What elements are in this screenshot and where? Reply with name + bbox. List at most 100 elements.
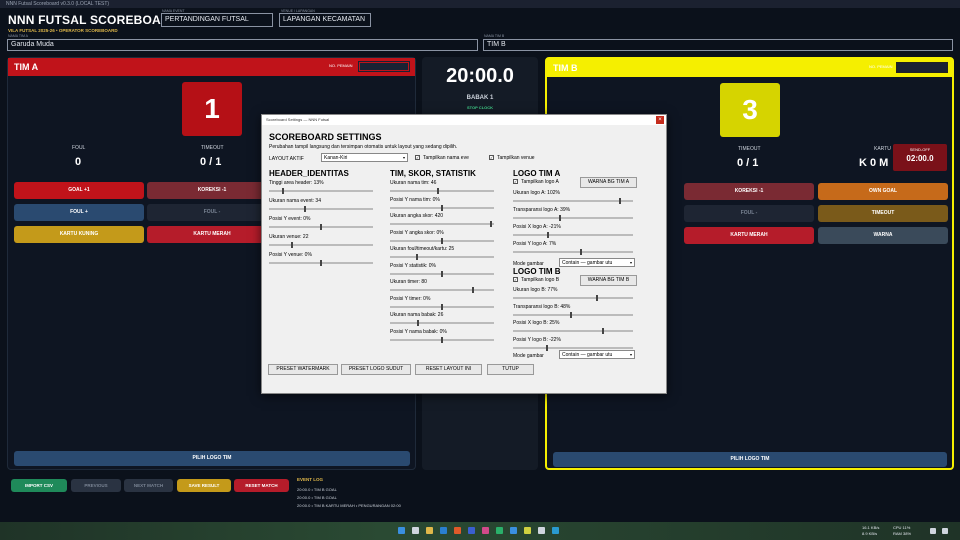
app-icon[interactable]	[468, 527, 475, 534]
setting-slider[interactable]	[390, 221, 494, 227]
event-field[interactable]: PERTANDINGAN FUTSAL	[161, 13, 273, 27]
team-b-koreksi-button[interactable]: KOREKSI -1	[684, 183, 814, 200]
setting-slider[interactable]	[390, 188, 494, 194]
slider-thumb[interactable]	[472, 287, 474, 293]
slider-thumb[interactable]	[602, 328, 604, 334]
slider-thumb[interactable]	[490, 221, 492, 227]
setting-slider[interactable]	[513, 215, 633, 221]
tray-volume-icon[interactable]	[942, 528, 948, 534]
slider-thumb[interactable]	[320, 260, 322, 266]
setting-slider[interactable]	[390, 237, 494, 244]
slider-thumb[interactable]	[559, 215, 561, 221]
app-icon[interactable]	[454, 527, 461, 534]
slider-thumb[interactable]	[580, 249, 582, 255]
slider-thumb[interactable]	[441, 237, 443, 244]
show-logo-a-checkbox[interactable]: ✓	[513, 179, 518, 184]
show-event-checkbox[interactable]: ✓	[415, 155, 420, 160]
slider-thumb[interactable]	[546, 344, 548, 351]
app-icon[interactable]	[552, 527, 559, 534]
reset-match-button[interactable]: RESET MATCH	[234, 479, 289, 492]
setting-slider[interactable]	[269, 224, 373, 230]
reset-layout-button[interactable]: RESET LAYOUT INI	[415, 364, 482, 375]
team-a-player-field[interactable]	[358, 61, 410, 72]
team-a-red-card-button[interactable]: KARTU MERAH	[147, 226, 277, 243]
team-b-name-field[interactable]: TIM B	[483, 39, 953, 51]
team-a-foul-plus-button[interactable]: FOUL +	[14, 204, 144, 221]
slider-thumb[interactable]	[441, 303, 443, 310]
setting-slider[interactable]	[513, 311, 633, 318]
setting-slider[interactable]	[269, 188, 373, 194]
setting-slider[interactable]	[390, 204, 494, 211]
slider-thumb[interactable]	[570, 311, 572, 318]
setting-slider[interactable]	[513, 328, 633, 334]
start-icon[interactable]	[398, 527, 405, 534]
team-a-name-field[interactable]: Garuda Muda	[7, 39, 478, 51]
slider-thumb[interactable]	[304, 206, 306, 212]
app-icon[interactable]	[482, 527, 489, 534]
team-b-own-goal-button[interactable]: OWN GOAL	[818, 183, 948, 200]
mode-a-select[interactable]: Contain — gambar utu ▾	[559, 258, 635, 267]
save-result-button[interactable]: SAVE RESULT	[177, 479, 231, 492]
setting-slider[interactable]	[513, 232, 633, 238]
app-icon[interactable]	[524, 527, 531, 534]
setting-slider[interactable]	[390, 254, 494, 260]
setting-slider[interactable]	[269, 206, 373, 212]
setting-slider[interactable]	[390, 287, 494, 293]
next-match-button[interactable]: NEXT MATCH	[124, 479, 173, 492]
slider-thumb[interactable]	[320, 224, 322, 230]
app-icon[interactable]	[538, 527, 545, 534]
import-csv-button[interactable]: IMPORT CSV	[11, 479, 67, 492]
color-team-a-button[interactable]: WARNA BG TIM A	[580, 177, 637, 188]
team-b-pick-logo-button[interactable]: PILIH LOGO TIM	[553, 452, 947, 467]
slider-thumb[interactable]	[441, 204, 443, 211]
slider-thumb[interactable]	[417, 320, 419, 326]
mode-b-select[interactable]: Contain — gambar utu ▾	[559, 350, 635, 359]
preset-logo-button[interactable]: PRESET LOGO SUDUT	[341, 364, 411, 375]
team-b-color-button[interactable]: WARNA	[818, 227, 948, 244]
team-b-red-card-button[interactable]: KARTU MERAH	[684, 227, 814, 244]
folder-icon[interactable]	[426, 527, 433, 534]
setting-slider[interactable]	[390, 270, 494, 277]
setting-slider[interactable]	[513, 198, 633, 204]
setting-slider[interactable]	[390, 303, 494, 310]
setting-slider[interactable]	[269, 242, 373, 248]
slider-thumb[interactable]	[282, 188, 284, 194]
preset-watermark-button[interactable]: PRESET WATERMARK	[268, 364, 338, 375]
team-a-yellow-card-button[interactable]: KARTU KUNING	[14, 226, 144, 243]
setting-slider[interactable]	[390, 320, 494, 326]
slider-thumb[interactable]	[291, 242, 293, 248]
slider-thumb[interactable]	[619, 198, 621, 204]
color-team-b-button[interactable]: WARNA BG TIM B	[580, 275, 637, 286]
show-venue-checkbox[interactable]: ✓	[489, 155, 494, 160]
edge-icon[interactable]	[440, 527, 447, 534]
team-b-foul-minus-button[interactable]: FOUL -	[684, 205, 814, 222]
tray-network-icon[interactable]	[930, 528, 936, 534]
team-b-timeout-button[interactable]: TIMEOUT	[818, 205, 948, 222]
team-a-koreksi-button[interactable]: KOREKSI -1	[147, 182, 277, 199]
layout-select[interactable]: Kanan-Kiri ▾	[321, 153, 408, 162]
setting-slider[interactable]	[513, 249, 633, 255]
slider-thumb[interactable]	[416, 254, 418, 260]
app-icon[interactable]	[510, 527, 517, 534]
app-icon[interactable]	[496, 527, 503, 534]
setting-slider[interactable]	[513, 295, 633, 301]
close-icon[interactable]: ×	[656, 116, 664, 124]
slider-thumb[interactable]	[547, 232, 549, 238]
show-logo-b-checkbox[interactable]: ✓	[513, 277, 518, 282]
team-a-goal-button[interactable]: GOAL +1	[14, 182, 144, 199]
slider-thumb[interactable]	[441, 336, 443, 343]
slider-thumb[interactable]	[437, 188, 439, 194]
team-a-pick-logo-button[interactable]: PILIH LOGO TIM	[14, 451, 410, 466]
search-icon[interactable]	[412, 527, 419, 534]
slider-thumb[interactable]	[596, 295, 598, 301]
team-a-foul-minus-button[interactable]: FOUL -	[147, 204, 277, 221]
setting-slider[interactable]	[390, 336, 494, 343]
slider-thumb[interactable]	[441, 270, 443, 277]
previous-button[interactable]: PREVIOUS	[71, 479, 121, 492]
stop-clock-button[interactable]: STOP CLOCK	[422, 105, 538, 110]
setting-slider[interactable]	[513, 344, 633, 351]
team-b-player-field[interactable]	[896, 62, 948, 73]
venue-field[interactable]: LAPANGAN KECAMATAN	[279, 13, 371, 27]
close-dialog-button[interactable]: TUTUP	[487, 364, 534, 375]
setting-slider[interactable]	[269, 260, 373, 266]
